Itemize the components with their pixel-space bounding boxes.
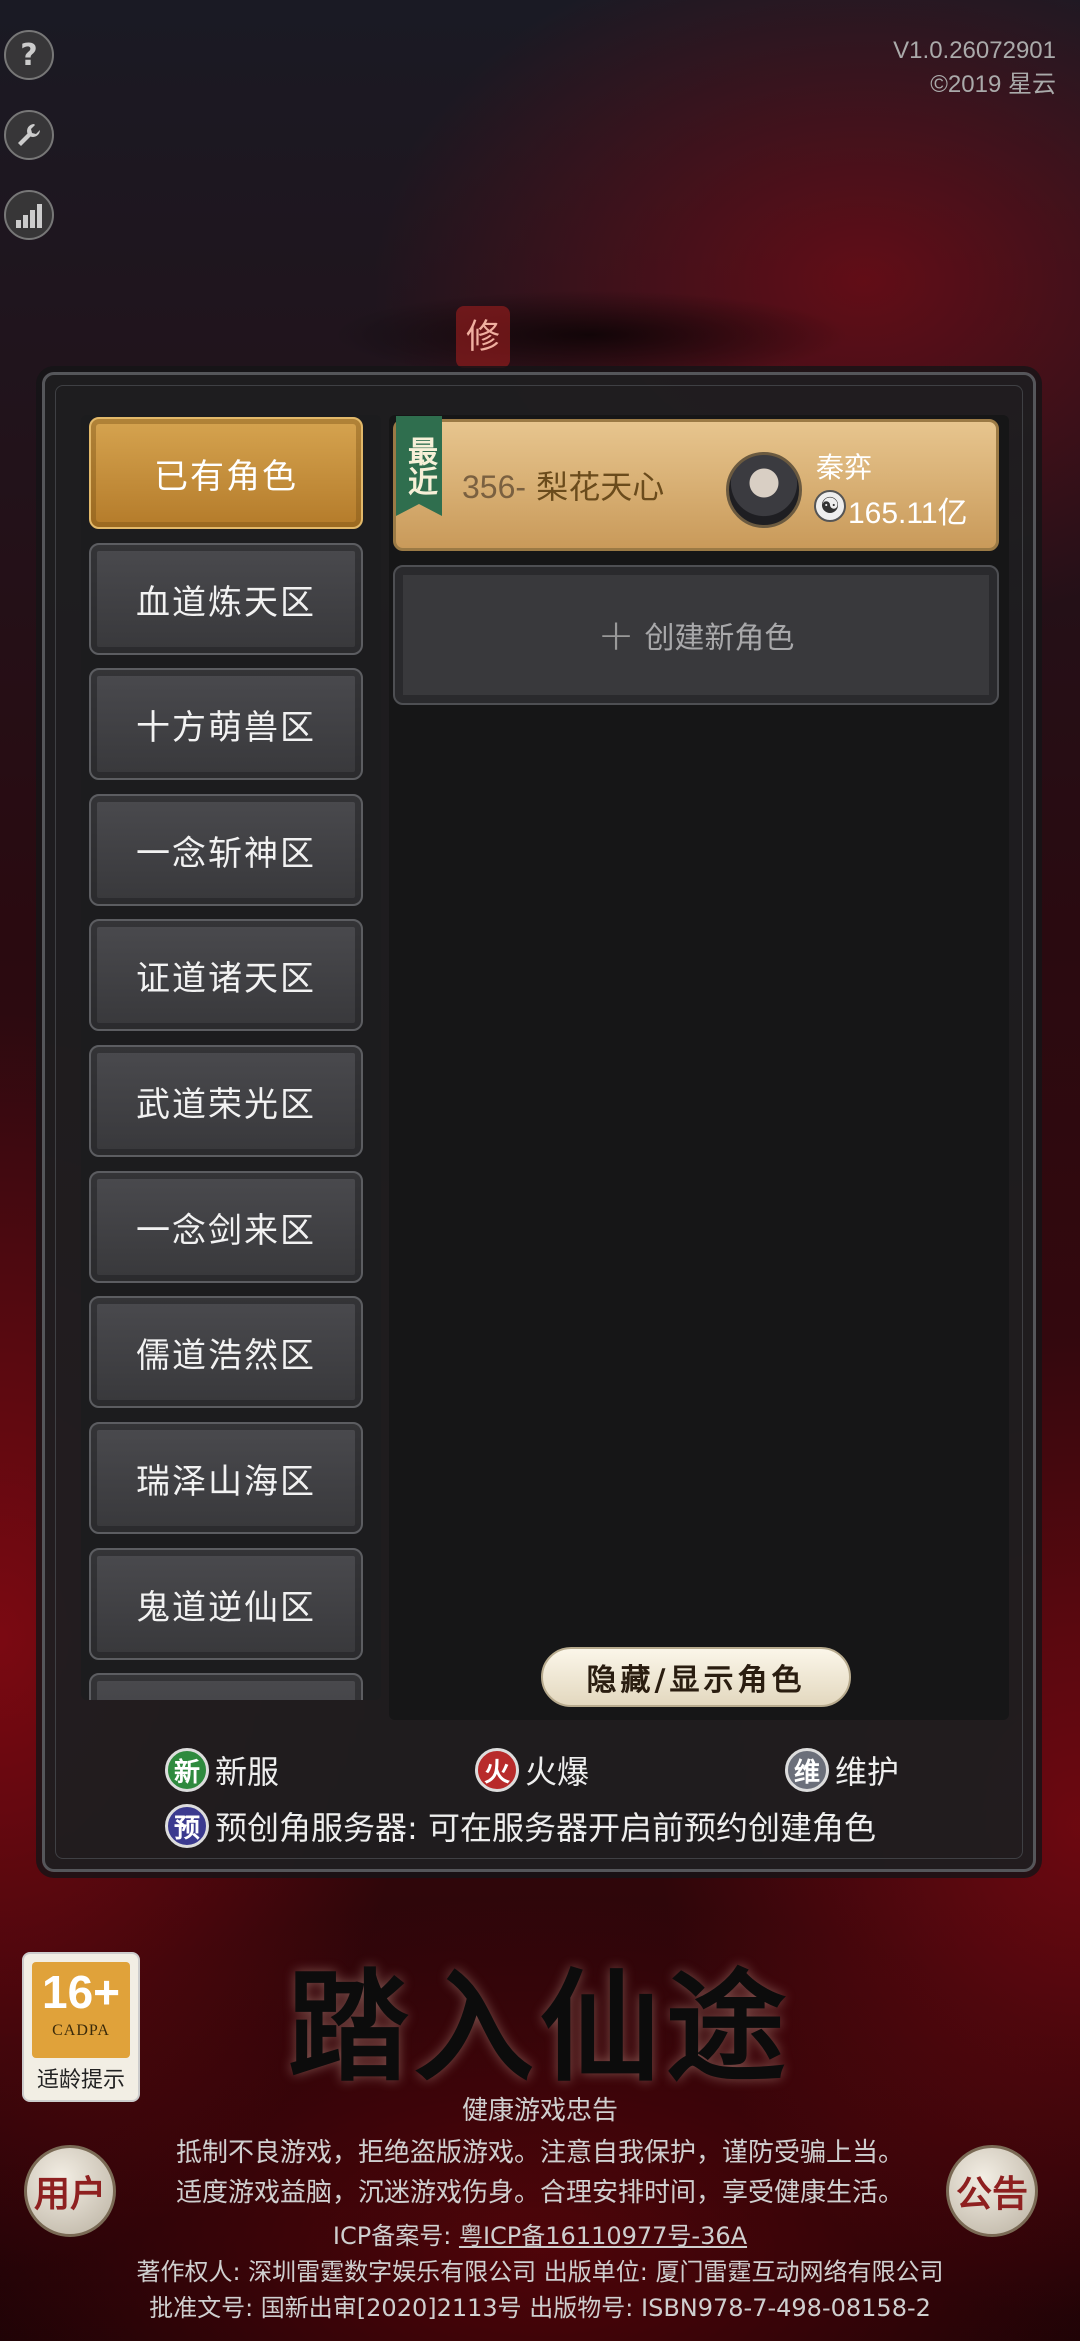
legend-hot-label: 火爆 <box>525 1753 590 1791</box>
server-item[interactable]: 武道荣光区 <box>89 1045 363 1157</box>
create-role-label: 创建新角色 <box>644 621 795 656</box>
wrench-icon[interactable] <box>4 110 54 160</box>
health-line-1: 抵制不良游戏，拒绝盗版游戏。注意自我保护，谨防受骗上当。 <box>175 2138 904 2168</box>
maintenance-badge-icon: 维 <box>785 1748 829 1792</box>
new-badge-icon: 新 <box>165 1748 209 1792</box>
server-item-existing-roles[interactable]: 已有角色 <box>89 417 363 529</box>
plus-icon: + <box>597 609 635 661</box>
precreate-badge-icon: 预 <box>165 1804 209 1848</box>
role-server-number: 356- <box>462 469 527 505</box>
copyright-line: 著作权人: 深圳雷霆数字娱乐有限公司 出版单位: 厦门雷霆互动网络有限公司 <box>136 2258 944 2286</box>
server-legend: 新 新服 火 火爆 维 维护 预 预创角服务器: 可在服务器开启前预约创建角色 <box>45 1725 1033 1865</box>
age-rating-top: 16+ CADPA <box>32 1962 130 2058</box>
logo-shadow <box>330 290 850 380</box>
version-text: V1.0.26072901 <box>893 37 1056 64</box>
enter-game-button[interactable]: 踏入仙途 <box>270 1930 810 2104</box>
server-list[interactable]: 已有角色 血道炼天区 十方萌兽区 一念斩神区 证道诸天区 武道荣光区 一念剑来区… <box>81 415 381 1700</box>
legend-new: 新 新服 <box>165 1747 279 1793</box>
legend-precreate-label: 预创角服务器: 可在服务器开启前预约创建角色 <box>215 1809 876 1847</box>
icp-link[interactable]: 粤ICP备16110977号-36A <box>459 2222 747 2250</box>
legend-maintenance-label: 维护 <box>835 1753 900 1791</box>
toggle-roles-button[interactable]: 隐藏/显示角色 <box>541 1647 851 1707</box>
age-rating-org: CADPA <box>52 2022 110 2039</box>
server-item[interactable]: 儒道浩然区 <box>89 1296 363 1408</box>
legend-hot: 火 火爆 <box>475 1747 589 1793</box>
server-item[interactable]: 一念斩神区 <box>89 794 363 906</box>
server-item[interactable]: 证道诸天区 <box>89 919 363 1031</box>
legend-precreate: 预 预创角服务器: 可在服务器开启前预约创建角色 <box>165 1803 876 1849</box>
create-role-button[interactable]: + 创建新角色 <box>393 565 999 705</box>
hot-badge-icon: 火 <box>475 1748 519 1792</box>
server-item[interactable]: 鬼道逆仙区 <box>89 1548 363 1660</box>
version-info: V1.0.26072901 ©2019 星云 <box>893 34 1056 102</box>
role-power: 165.11亿 <box>848 497 968 530</box>
role-list: 最近 356- 梨花天心 秦弈 ☯ 165.11亿 + 创建新角色 隐藏/显示角… <box>389 415 1009 1720</box>
signal-icon[interactable] <box>4 190 54 240</box>
role-server-name: 梨花天心 <box>536 468 665 506</box>
role-name: 秦弈 <box>816 451 873 484</box>
copyright-text: ©2019 星云 <box>930 71 1056 98</box>
icp-line: ICP备案号: 粤ICP备16110977号-36A <box>0 2216 1080 2251</box>
legend-maintenance: 维 维护 <box>785 1747 899 1793</box>
logo-seal-icon: 修 <box>456 306 510 368</box>
server-item[interactable]: 十方萌兽区 <box>89 668 363 780</box>
server-item-partial[interactable] <box>89 1673 363 1700</box>
age-rating-number: 16+ <box>41 1966 121 2018</box>
approval-line: 批准文号: 国新出审[2020]2113号 出版物号: ISBN978-7-49… <box>149 2294 931 2322</box>
role-server: 356- 梨花天心 <box>462 462 664 508</box>
server-select-panel: 已有角色 血道炼天区 十方萌兽区 一念斩神区 证道诸天区 武道荣光区 一念剑来区… <box>42 372 1036 1872</box>
avatar <box>726 452 802 528</box>
icp-label: ICP备案号: <box>332 2222 452 2250</box>
health-title: 健康游戏忠告 <box>461 2096 618 2126</box>
recent-tag: 最近 <box>396 416 442 516</box>
server-item[interactable]: 瑞泽山海区 <box>89 1422 363 1534</box>
age-rating-badge[interactable]: 16+ CADPA 适龄提示 <box>22 1952 140 2102</box>
health-line-2: 适度游戏益脑，沉迷游戏伤身。合理安排时间，享受健康生活。 <box>175 2178 904 2208</box>
legend-new-label: 新服 <box>215 1753 280 1791</box>
help-icon[interactable]: ? <box>4 30 54 80</box>
server-item[interactable]: 一念剑来区 <box>89 1171 363 1283</box>
yin-yang-icon: ☯ <box>814 490 846 522</box>
server-item[interactable]: 血道炼天区 <box>89 543 363 655</box>
recent-role-card[interactable]: 最近 356- 梨花天心 秦弈 ☯ 165.11亿 <box>393 416 999 551</box>
